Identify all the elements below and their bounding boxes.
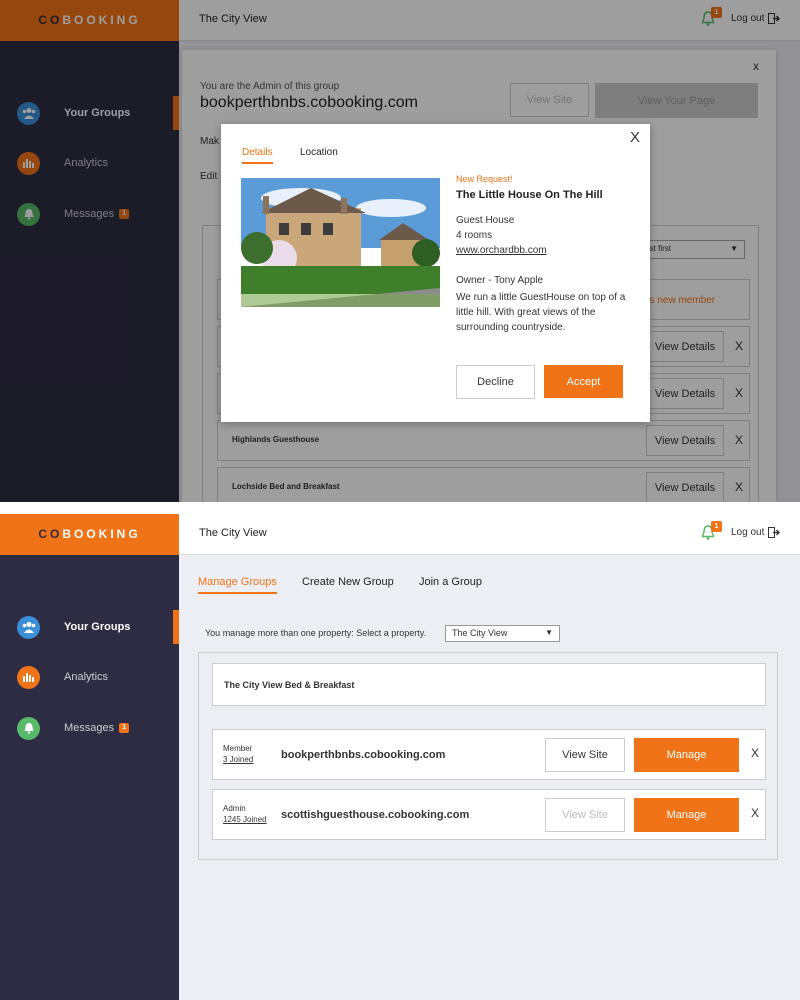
group-joined-count[interactable]: 3 Joined xyxy=(223,755,253,764)
group-domain: bookperthbnbs.cobooking.com xyxy=(281,749,446,761)
notifications-button[interactable]: 1 xyxy=(699,521,722,544)
tab-manage-groups[interactable]: Manage Groups xyxy=(198,576,277,594)
sidebar-item-messages[interactable]: Messages 1 xyxy=(0,711,179,745)
group-row: Admin 1245 Joined scottishguesthouse.cob… xyxy=(212,789,766,840)
remove-group-button[interactable]: X xyxy=(751,746,759,760)
users-icon xyxy=(17,615,40,639)
group-row: Member 3 Joined bookperthbnbs.cobooking.… xyxy=(212,729,766,780)
property-select-value: The City View xyxy=(452,628,508,638)
accept-button[interactable]: Accept xyxy=(544,365,623,398)
screen-manage-groups: COBOOKING Your Groups Analytics Messages… xyxy=(0,514,800,1000)
group-role: Member xyxy=(223,744,253,753)
property-groups-panel: The City View Bed & Breakfast Member 3 J… xyxy=(198,652,778,860)
tab-join-group[interactable]: Join a Group xyxy=(419,576,482,588)
view-site-button[interactable]: View Site xyxy=(545,738,625,772)
sidebar-item-analytics[interactable]: Analytics xyxy=(0,660,179,694)
property-select[interactable]: The City View ▼ xyxy=(445,625,560,642)
property-photo xyxy=(241,178,440,307)
chevron-down-icon: ▼ xyxy=(545,628,553,637)
messages-badge: 1 xyxy=(119,723,130,733)
manage-button[interactable]: Manage xyxy=(634,738,739,772)
property-title: The City View Bed & Breakfast xyxy=(224,680,355,690)
decline-button[interactable]: Decline xyxy=(456,365,535,399)
logout-button[interactable]: Log out xyxy=(731,527,781,538)
screen-divider xyxy=(0,502,800,514)
owner-name: Owner - Tony Apple xyxy=(456,275,544,286)
logout-label: Log out xyxy=(731,527,765,538)
property-description: We run a little GuestHouse on top of a l… xyxy=(456,292,626,333)
group-role: Admin xyxy=(223,804,246,813)
logout-icon xyxy=(768,527,781,538)
property-header: The City View Bed & Breakfast xyxy=(212,663,766,706)
view-site-button[interactable]: View Site xyxy=(545,798,625,832)
screen-admin-request: COBOOKING Your Groups Analytics Messages… xyxy=(0,0,800,502)
page-title: The City View xyxy=(199,527,267,539)
bell-icon xyxy=(17,716,40,740)
tab-create-new-group[interactable]: Create New Group xyxy=(302,576,394,588)
request-details-modal: X Details Location New Request! The Litt… xyxy=(221,124,650,422)
new-request-label: New Request! xyxy=(456,174,513,184)
sidebar-item-label: Messages xyxy=(64,722,115,734)
topbar: The City View 1 Log out xyxy=(179,514,800,555)
sidebar-item-label: Analytics xyxy=(64,671,109,683)
tab-location[interactable]: Location xyxy=(300,147,338,158)
group-joined-count[interactable]: 1245 Joined xyxy=(223,815,267,824)
remove-group-button[interactable]: X xyxy=(751,806,759,820)
sidebar: COBOOKING Your Groups Analytics Messages… xyxy=(0,514,179,1000)
bar-chart-icon xyxy=(17,665,40,689)
brand-logo: COBOOKING xyxy=(0,514,179,555)
property-website-link[interactable]: www.orchardbb.com xyxy=(456,245,547,256)
tab-details[interactable]: Details xyxy=(242,147,273,164)
group-domain: scottishguesthouse.cobooking.com xyxy=(281,809,470,821)
property-type: Guest House xyxy=(456,215,515,226)
manage-button[interactable]: Manage xyxy=(634,798,739,832)
sidebar-item-your-groups[interactable]: Your Groups xyxy=(0,610,179,644)
close-modal-button[interactable]: X xyxy=(630,129,640,146)
select-prompt: You manage more than one property: Selec… xyxy=(205,628,427,638)
property-name: The Little House On The Hill xyxy=(456,189,603,201)
main-content: Manage Groups Create New Group Join a Gr… xyxy=(179,555,800,1000)
property-rooms: 4 rooms xyxy=(456,230,493,241)
notification-count: 1 xyxy=(711,521,722,532)
sidebar-item-label: Your Groups xyxy=(64,621,131,633)
